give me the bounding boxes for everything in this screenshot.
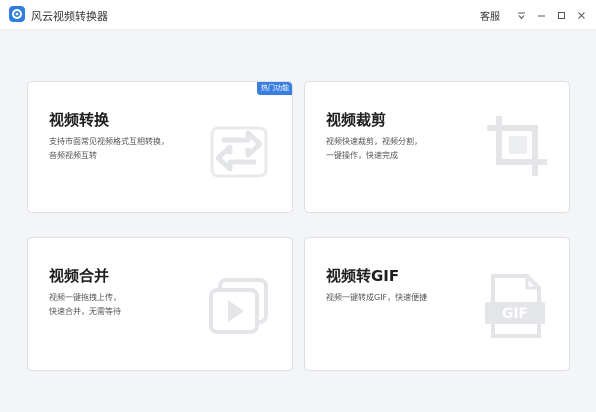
card-description: 支持市面常见视频格式互相转换， 音频视频互转 <box>49 135 189 163</box>
merge-play-icon <box>208 276 270 342</box>
card-description: 视频一键拖拽上传， 快速合并，无需等待 <box>49 291 189 319</box>
minimize-icon[interactable] <box>532 6 550 24</box>
card-title: 视频合并 <box>49 267 110 285</box>
card-description-line: 视频一键拖拽上传， <box>49 293 121 302</box>
card-description-line: 一键操作，快速完成 <box>326 151 398 160</box>
video-crop-card[interactable]: 视频裁剪 视频快速裁剪，视频分割， 一键操作，快速完成 <box>304 81 570 213</box>
card-title: 视频转换 <box>49 111 110 129</box>
convert-icon <box>208 120 270 186</box>
card-description-line: 视频一键转成GIF，快速便捷 <box>326 293 428 302</box>
card-title: 视频转GIF <box>326 267 400 285</box>
card-description-line: 支持市面常见视频格式互相转换， <box>49 137 169 146</box>
gif-file-icon: GIF <box>483 274 549 342</box>
gif-icon-text: GIF <box>502 306 528 322</box>
maximize-icon[interactable] <box>552 6 570 24</box>
video-merge-card[interactable]: 视频合并 视频一键拖拽上传， 快速合并，无需等待 <box>27 237 293 371</box>
window-controls: 客服 <box>480 5 590 25</box>
video-to-gif-card[interactable]: 视频转GIF 视频一键转成GIF，快速便捷 GIF <box>304 237 570 371</box>
card-description-line: 音频视频互转 <box>49 151 97 160</box>
card-description: 视频快速裁剪，视频分割， 一键操作，快速完成 <box>326 135 466 163</box>
video-convert-card[interactable]: 热门功能 视频转换 支持市面常见视频格式互相转换， 音频视频互转 <box>27 81 293 213</box>
menu-icon[interactable] <box>512 6 530 24</box>
hot-feature-badge: 热门功能 <box>257 82 292 95</box>
card-description: 视频一键转成GIF，快速便捷 <box>326 291 466 305</box>
card-description-line: 快速合并，无需等待 <box>49 307 121 316</box>
crop-icon <box>483 112 551 184</box>
app-title: 风云视频转换器 <box>31 10 108 23</box>
card-description-line: 视频快速裁剪，视频分割， <box>326 137 422 146</box>
customer-service-link[interactable]: 客服 <box>480 8 500 23</box>
app-logo-icon <box>9 6 25 22</box>
card-title: 视频裁剪 <box>326 111 387 129</box>
title-bar: 风云视频转换器 客服 <box>0 0 596 30</box>
close-icon[interactable] <box>572 6 590 24</box>
